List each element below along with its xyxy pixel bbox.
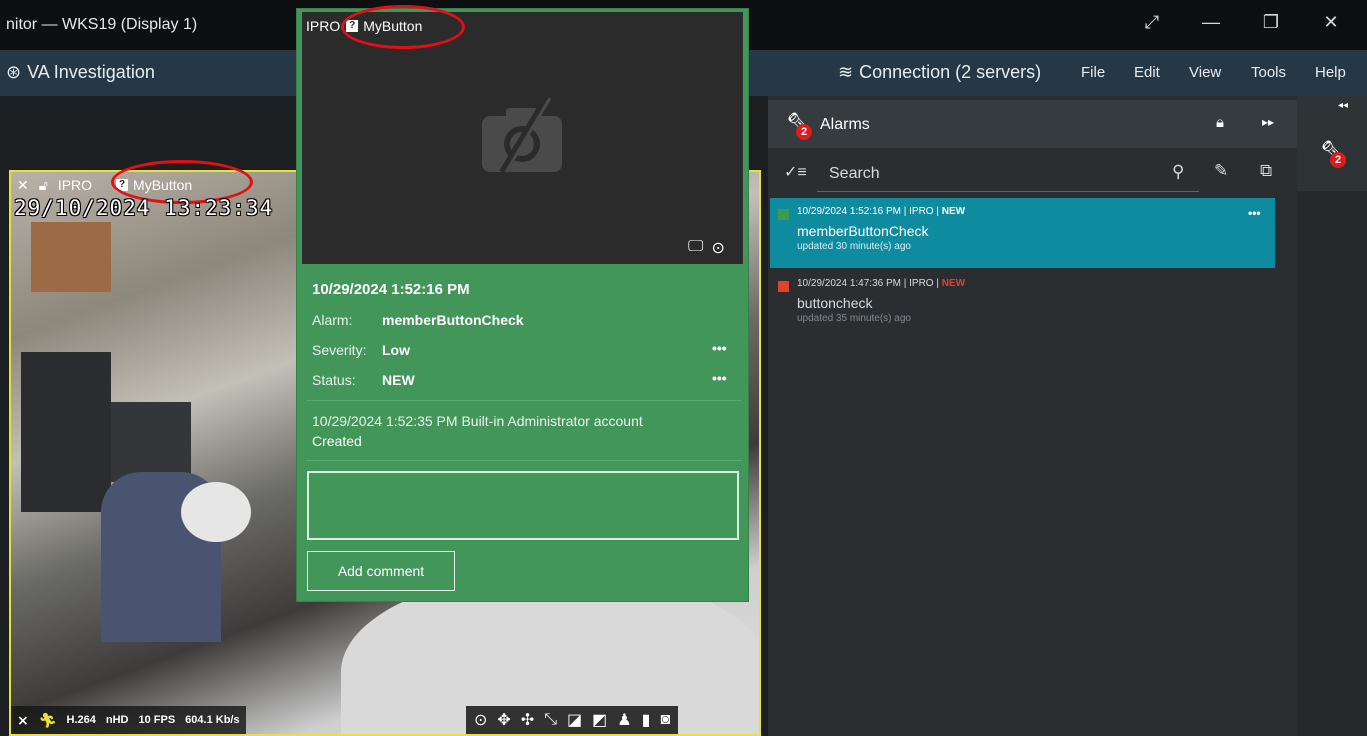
edit-icon[interactable]: ✎ xyxy=(1214,161,1228,181)
popup-date: 10/29/2024 1:52:16 PM xyxy=(312,281,470,298)
alarm-updated: updated 30 minute(s) ago xyxy=(797,241,911,252)
divider xyxy=(306,460,742,461)
digital-zoom-icon[interactable]: ⤡ xyxy=(544,711,557,729)
severity-label: Severity: xyxy=(312,342,367,358)
severity-menu-button[interactable]: ••• xyxy=(712,340,727,356)
menu-view[interactable]: View xyxy=(1189,64,1221,81)
search-icon[interactable]: ⚲ xyxy=(1172,162,1184,182)
connection-status[interactable]: ≋ Connection (2 servers) xyxy=(838,62,1041,83)
unlock-icon[interactable]: 🔓︎ xyxy=(39,177,48,194)
aperture-icon: ⊛ xyxy=(6,62,22,82)
search-underline xyxy=(817,191,1199,192)
ptz-icon[interactable]: ✣ xyxy=(521,710,534,730)
camera-off-icon xyxy=(482,96,562,174)
bookmark-icon[interactable]: ▮ xyxy=(642,710,651,730)
box-shape xyxy=(31,222,111,292)
alarm-time-source: 10/29/2024 1:47:36 PM | IPRO | xyxy=(797,278,942,289)
alarm-status: NEW xyxy=(941,206,966,217)
alarm-value: memberButtonCheck xyxy=(382,312,524,328)
video-status-bar: ⨯ 🏃︎ H.264 nHD 10 FPS 604.1 Kb/s xyxy=(11,706,246,734)
menu-file[interactable]: File xyxy=(1081,64,1105,81)
side-strip xyxy=(1297,96,1367,736)
helmet-shape xyxy=(181,482,251,542)
expand-left-icon[interactable]: ◂◂ xyxy=(1338,100,1348,111)
copy-icon[interactable]: ⧉ xyxy=(1260,161,1272,181)
severity-indicator xyxy=(778,281,789,292)
snapshot-frame-icon[interactable]: ◩ xyxy=(592,710,607,730)
status-menu-button[interactable]: ••• xyxy=(712,370,727,386)
expand-icon[interactable]: ⤢ xyxy=(1137,12,1167,33)
select-all-icon[interactable]: ✓≡ xyxy=(784,162,807,182)
app-title-label: VA Investigation xyxy=(27,62,155,82)
alarms-count-badge: 2 xyxy=(796,124,812,140)
bitrate: 604.1 Kb/s xyxy=(185,714,240,726)
severity-value: Low xyxy=(382,342,410,358)
window-title: nitor — WKS19 (Display 1) xyxy=(6,16,198,33)
no-record-icon: ⨯ xyxy=(17,711,29,728)
restore-icon[interactable]: ❐ xyxy=(1256,12,1286,33)
alarm-status: NEW xyxy=(941,278,966,289)
monitor-shape xyxy=(111,402,191,482)
resolution: nHD xyxy=(105,714,129,726)
alarm-list-item[interactable]: 10/29/2024 1:52:16 PM | IPRO | NEW membe… xyxy=(770,198,1275,268)
codec: H.264 xyxy=(66,714,96,726)
collapse-panel-icon[interactable]: ▸▸ xyxy=(1262,115,1274,129)
close-icon[interactable]: ✕ xyxy=(17,177,29,194)
camera-snapshot-icon[interactable]: ◙ xyxy=(660,711,670,729)
video-timestamp: 29/10/2024 13:23:34 xyxy=(14,196,274,220)
status-label: Status: xyxy=(312,372,356,388)
connection-label: Connection (2 servers) xyxy=(859,62,1042,82)
add-comment-button[interactable]: Add comment xyxy=(307,551,455,591)
alarm-name: memberButtonCheck xyxy=(797,223,929,239)
severity-indicator xyxy=(778,209,789,220)
fps: 10 FPS xyxy=(138,714,176,726)
monitor-icon[interactable]: 🖵︎ xyxy=(688,238,703,258)
app-title[interactable]: ⊛ VA Investigation xyxy=(6,62,155,83)
alarm-name: buttoncheck xyxy=(797,295,873,311)
comment-input[interactable] xyxy=(307,471,739,540)
close-icon[interactable]: ✕ xyxy=(1316,12,1346,33)
monitor-shape xyxy=(21,352,111,512)
alarm-label: Alarm: xyxy=(312,312,353,328)
divider xyxy=(306,400,742,401)
alarm-meta: 10/29/2024 1:47:36 PM | IPRO | NEW xyxy=(797,278,1275,289)
history-line: 10/29/2024 1:52:35 PM Built-in Administr… xyxy=(312,413,643,429)
layers-icon: ≋ xyxy=(838,62,854,82)
alarm-bell-icon[interactable]: ♟ xyxy=(617,710,631,730)
alarm-time-source: 10/29/2024 1:52:16 PM | IPRO | xyxy=(797,206,942,217)
popup-camera-name: IPRO xyxy=(306,18,341,34)
move-icon[interactable]: ✥ xyxy=(497,710,510,730)
alarm-updated: updated 35 minute(s) ago xyxy=(797,313,911,324)
menu-tools[interactable]: Tools xyxy=(1251,64,1286,81)
playback-icon[interactable]: ⊙ xyxy=(711,238,724,258)
lock-icon[interactable]: 🔒︎ xyxy=(1216,114,1224,131)
alarm-meta: 10/29/2024 1:52:16 PM | IPRO | NEW xyxy=(797,206,1275,217)
history-action: Created xyxy=(312,433,362,449)
motion-icon: 🏃︎ xyxy=(38,711,57,728)
alarm-siren-icon: 🔦︎ 2 xyxy=(786,112,812,140)
camera-name: IPRO xyxy=(57,177,93,193)
menu-help[interactable]: Help xyxy=(1315,64,1346,81)
minimize-icon[interactable]: — xyxy=(1196,12,1226,33)
alarm-siren-icon[interactable]: 🔦︎ 2 xyxy=(1320,140,1346,168)
alarm-more-button[interactable]: ••• xyxy=(1248,206,1261,220)
alarms-title: Alarms xyxy=(820,116,870,133)
side-alarm-badge: 2 xyxy=(1330,152,1346,168)
playback-icon[interactable]: ⊙ xyxy=(474,710,487,730)
popup-video-icons: 🖵︎ ⊙ xyxy=(688,238,725,258)
alarm-list-item[interactable]: 10/29/2024 1:47:36 PM | IPRO | NEW butto… xyxy=(770,270,1275,340)
video-toolbar: ⊙ ✥ ✣ ⤡ ◪ ◩ ♟ ▮ ◙ xyxy=(466,706,679,734)
search-input[interactable]: Search xyxy=(829,165,880,183)
highlight-circle xyxy=(341,5,465,49)
image-adjust-icon[interactable]: ◪ xyxy=(567,710,582,730)
status-value: NEW xyxy=(382,372,415,388)
menu-edit[interactable]: Edit xyxy=(1134,64,1160,81)
